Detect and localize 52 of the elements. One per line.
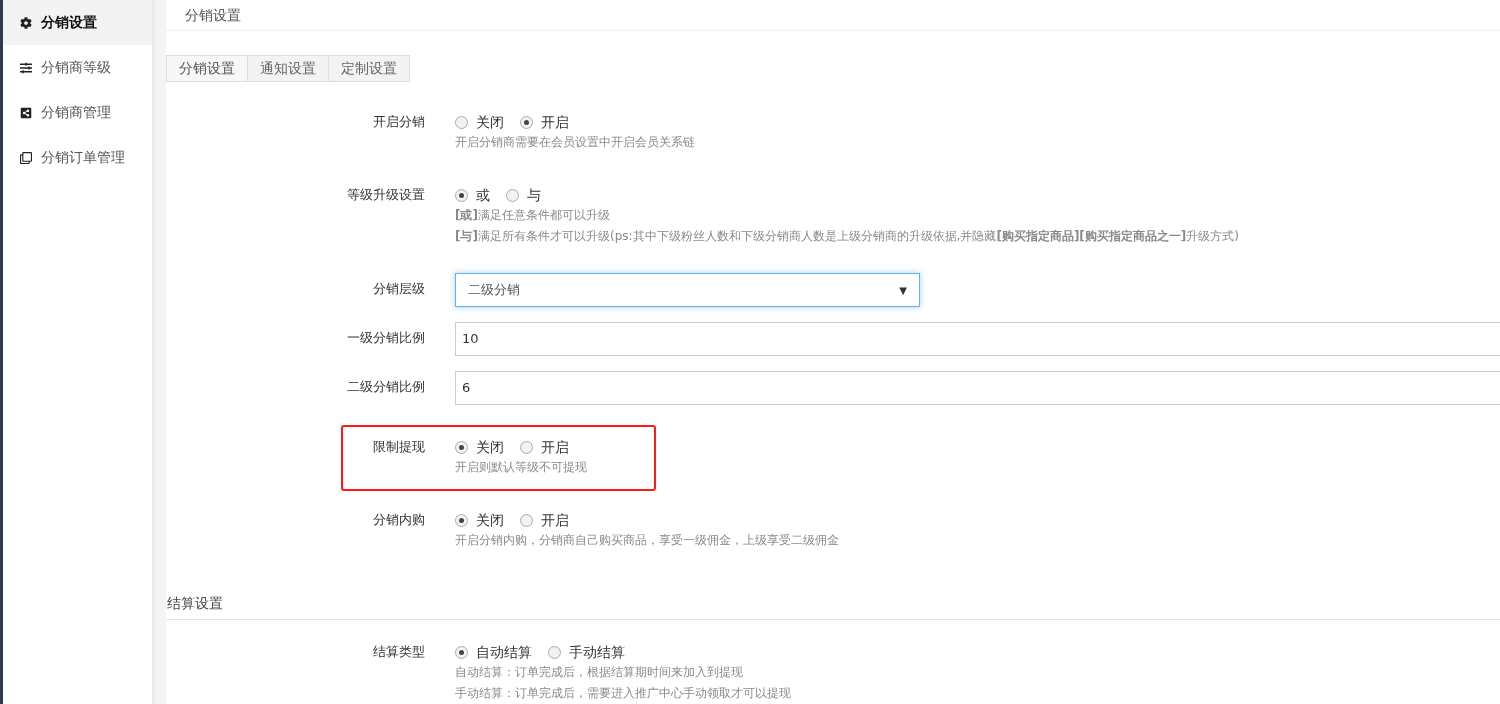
radio-label[interactable]: 与	[527, 184, 541, 206]
radio-label[interactable]: 开启	[541, 111, 569, 133]
share-icon	[20, 106, 32, 119]
section-title: 结算设置	[167, 593, 223, 613]
help-text: 开启分销商需要在会员设置中开启会员关系链	[455, 134, 695, 152]
sliders-icon	[20, 61, 32, 74]
field-label: 分销层级	[373, 280, 425, 299]
radio-label[interactable]: 关闭	[476, 111, 504, 133]
radio-label[interactable]: 关闭	[476, 436, 504, 458]
radio-label[interactable]: 自动结算	[476, 641, 532, 663]
radio-button[interactable]	[455, 188, 468, 202]
tab[interactable]: 定制设置	[328, 55, 410, 83]
radio-label[interactable]: 或	[476, 184, 490, 206]
radio-label[interactable]: 关闭	[476, 509, 504, 531]
help-text: 开启则默认等级不可提现	[455, 459, 587, 477]
field-label: 结算类型	[373, 643, 425, 661]
help-text: 开启分销内购，分销商自己购买商品，享受一级佣金，上级享受二级佣金	[455, 532, 839, 550]
radio-button[interactable]	[520, 440, 533, 454]
radio-button[interactable]	[455, 645, 468, 659]
field-label: 开启分销	[373, 113, 425, 132]
help-text: 手动结算：订单完成后，需要进入推广中心手动领取才可以提现	[455, 685, 791, 702]
radio-button[interactable]	[455, 440, 468, 454]
radio-button[interactable]	[455, 513, 468, 527]
field-label: 二级分销比例	[347, 378, 425, 397]
radio-button[interactable]	[506, 188, 519, 202]
input-field[interactable]: 10	[455, 322, 1500, 357]
sidebar-item[interactable]: 分销订单管理	[3, 135, 152, 180]
help-text: [或]满足任意条件都可以升级	[455, 207, 611, 225]
field-label: 一级分销比例	[347, 329, 425, 348]
page-title: 分销设置	[185, 5, 241, 25]
radio-button[interactable]	[548, 645, 561, 659]
copy-icon	[20, 151, 32, 164]
radio-label[interactable]: 开启	[541, 436, 569, 458]
radio-button[interactable]	[455, 115, 468, 129]
input-field[interactable]: 6	[455, 371, 1500, 406]
tab[interactable]: 通知设置	[247, 55, 329, 83]
sidebar-item[interactable]: 分销商等级	[3, 45, 152, 90]
radio-label[interactable]: 手动结算	[569, 641, 625, 663]
level-select[interactable]: 二级分销 ▼	[455, 273, 920, 308]
field-label: 限制提现	[373, 438, 425, 457]
radio-label[interactable]: 开启	[541, 509, 569, 531]
sidebar-item[interactable]: 分销设置	[3, 0, 152, 45]
settings-icon	[20, 16, 32, 29]
tab[interactable]: 分销设置	[166, 55, 248, 83]
caret-icon: ▼	[899, 282, 907, 298]
sidebar-item[interactable]: 分销商管理	[3, 90, 152, 135]
help-text: [与]满足所有条件才可以升级(ps:其中下级粉丝人数和下级分销商人数是上级分销商的升级依据,并隐藏[购买指定商品][购买指定商品之一]升级方式)	[455, 228, 1239, 246]
field-label: 等级升级设置	[347, 186, 425, 205]
help-text: 自动结算：订单完成后，根据结算期时间来加入到提现	[455, 664, 744, 681]
radio-button[interactable]	[520, 513, 533, 527]
radio-button[interactable]	[520, 115, 533, 129]
field-label: 分销内购	[373, 511, 425, 530]
